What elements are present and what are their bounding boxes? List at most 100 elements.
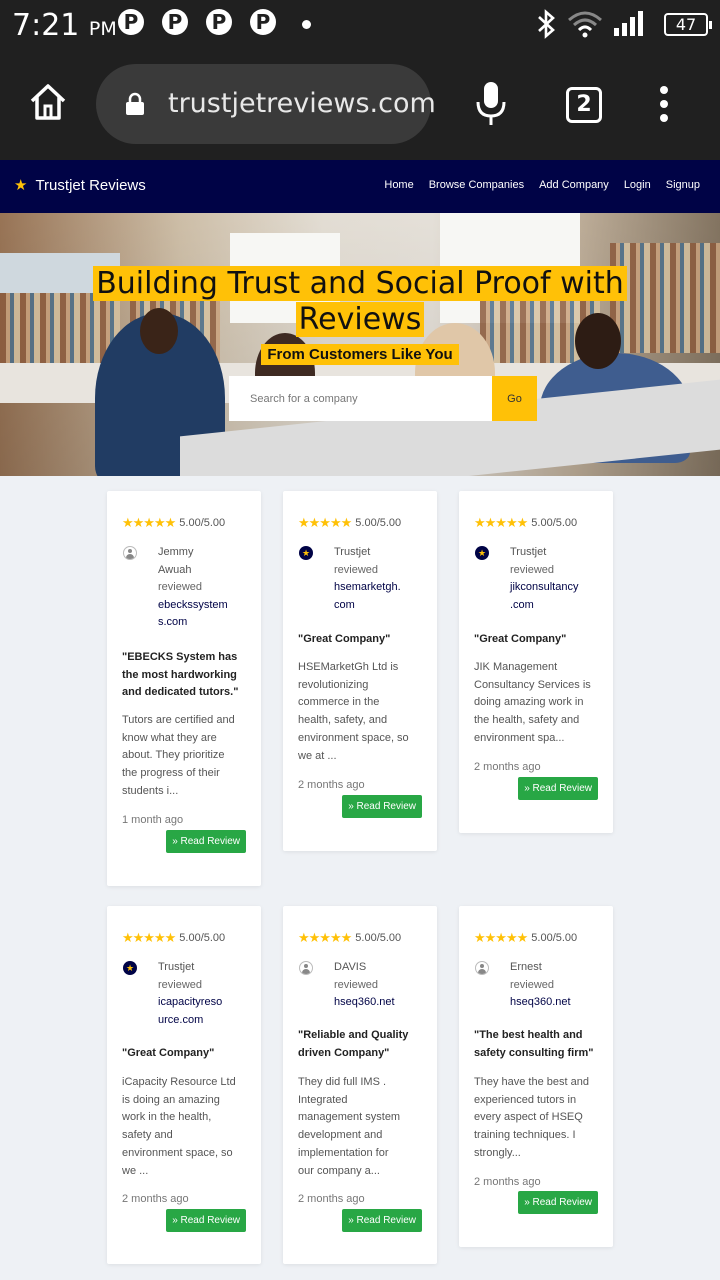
- rating: ★★★★★ 5.00/5.00: [474, 515, 578, 530]
- company-link[interactable]: jikconsultancy .com: [510, 579, 598, 614]
- review-date: 2 months ago: [474, 1176, 541, 1188]
- review-excerpt: They did full IMS . Integrated management …: [298, 1076, 401, 1177]
- status-time: 7:21 PM: [12, 8, 117, 43]
- rating: ★★★★★ 5.00/5.00: [474, 930, 578, 945]
- browser-toolbar: trustjetreviews.com 2: [0, 50, 720, 160]
- nav-link-login[interactable]: Login: [624, 179, 651, 191]
- browser-menu-icon[interactable]: [650, 86, 678, 126]
- company-link[interactable]: hseq360.net: [510, 994, 598, 1012]
- tab-switcher-button[interactable]: 2: [566, 87, 602, 123]
- read-review-button[interactable]: » Read Review: [518, 777, 598, 800]
- review-title: "EBECKS System has the most hardworking an…: [122, 651, 239, 698]
- user-avatar-icon: [123, 546, 137, 560]
- more-notifications-dot-icon: [302, 20, 311, 29]
- review-date: 1 month ago: [122, 814, 184, 826]
- review-title: "The best health and safety consulting fi…: [474, 1029, 594, 1059]
- five-stars-icon: ★★★★★: [122, 930, 176, 945]
- review-card[interactable]: ★★★★★ 5.00/5.00 ★ Trustjet reviewed jikco…: [459, 491, 613, 833]
- read-review-button[interactable]: » Read Review: [518, 1191, 598, 1214]
- hero-banner: Building Trust and Social Proof with Revi…: [0, 213, 720, 476]
- five-stars-icon: ★★★★★: [474, 930, 528, 945]
- microphone-icon[interactable]: [474, 80, 508, 128]
- review-excerpt: HSEMarketGh Ltd is revolutionizing commerc…: [298, 661, 409, 762]
- notification-p-icon: P: [162, 9, 188, 35]
- review-excerpt: iCapacity Resource Ltd is doing an amazin…: [122, 1076, 236, 1177]
- review-date: 2 months ago: [122, 1193, 189, 1205]
- star-avatar-icon: ★: [123, 961, 137, 975]
- user-avatar-icon: [475, 961, 489, 975]
- company-link[interactable]: hsemarketgh. com: [334, 579, 422, 614]
- review-title: "Great Company": [298, 633, 391, 645]
- bluetooth-icon: [538, 9, 555, 39]
- star-avatar-icon: ★: [299, 546, 313, 560]
- reviewer-info: Trustjet reviewed icapacityreso urce.com: [158, 959, 246, 1029]
- lock-icon: [126, 92, 144, 115]
- reviewer-info: Ernest reviewed hseq360.net: [510, 959, 598, 1012]
- review-title: "Reliable and Quality driven Company": [298, 1029, 409, 1059]
- home-icon[interactable]: [26, 80, 70, 124]
- review-excerpt: They have the best and experienced tutors…: [474, 1076, 589, 1159]
- battery-icon: 47: [664, 13, 712, 36]
- company-link[interactable]: icapacityreso urce.com: [158, 994, 246, 1029]
- brand-name: Trustjet Reviews: [35, 176, 146, 194]
- search-input[interactable]: [229, 376, 492, 421]
- brand-logo[interactable]: ★ Trustjet Reviews: [14, 176, 146, 195]
- review-card[interactable]: ★★★★★ 5.00/5.00 ★ Trustjet reviewed icapa…: [107, 906, 261, 1264]
- review-title: "Great Company": [122, 1047, 215, 1059]
- notification-p-icon: P: [250, 9, 276, 35]
- review-card[interactable]: ★★★★★ 5.00/5.00 DAVIS reviewed hseq360.ne…: [283, 906, 437, 1264]
- five-stars-icon: ★★★★★: [474, 515, 528, 530]
- rating: ★★★★★ 5.00/5.00: [298, 515, 402, 530]
- rating: ★★★★★ 5.00/5.00: [298, 930, 402, 945]
- address-bar[interactable]: trustjetreviews.com: [96, 64, 436, 144]
- nav-link-add-company[interactable]: Add Company: [539, 179, 609, 191]
- hero-subtitle: From Customers Like You: [0, 344, 720, 365]
- user-avatar-icon: [299, 961, 313, 975]
- search-go-button[interactable]: Go: [492, 376, 537, 421]
- company-link[interactable]: hseq360.net: [334, 994, 422, 1012]
- read-review-button[interactable]: » Read Review: [166, 830, 246, 853]
- notification-p-icon: P: [206, 9, 232, 35]
- read-review-button[interactable]: » Read Review: [342, 1209, 422, 1232]
- wifi-icon: [568, 11, 602, 38]
- rating: ★★★★★ 5.00/5.00: [122, 515, 226, 530]
- reviewer-info: Trustjet reviewed hsemarketgh. com: [334, 544, 422, 614]
- review-excerpt: JIK Management Consultancy Services is doi…: [474, 661, 591, 744]
- company-link[interactable]: ebeckssystem s.com: [158, 597, 246, 632]
- reviewer-info: Jemmy Awuah reviewed ebeckssystem s.com: [158, 544, 246, 632]
- company-search: Go: [229, 376, 537, 421]
- reviewer-name: Ernest: [510, 961, 542, 973]
- five-stars-icon: ★★★★★: [122, 515, 176, 530]
- review-date: 2 months ago: [298, 1193, 365, 1205]
- review-card[interactable]: ★★★★★ 5.00/5.00 Ernest reviewed hseq360.n…: [459, 906, 613, 1247]
- review-excerpt: Tutors are certified and know what they a…: [122, 714, 235, 797]
- url-text: trustjetreviews.com: [168, 88, 436, 119]
- reviewer-name: Jemmy Awuah: [158, 546, 194, 576]
- reviewer-name: Trustjet: [334, 546, 371, 558]
- nav-links: Home Browse Companies Add Company Login …: [384, 179, 700, 191]
- reviewer-name: DAVIS: [334, 961, 367, 973]
- reviewer-info: DAVIS reviewed hseq360.net: [334, 959, 422, 1012]
- status-bar: 7:21 PM P P P P 47: [0, 0, 720, 50]
- five-stars-icon: ★★★★★: [298, 515, 352, 530]
- review-card[interactable]: ★★★★★ 5.00/5.00 Jemmy Awuah reviewed ebeck…: [107, 491, 261, 886]
- nav-link-signup[interactable]: Signup: [666, 179, 700, 191]
- review-date: 2 months ago: [474, 761, 541, 773]
- nav-link-home[interactable]: Home: [384, 179, 413, 191]
- review-title: "Great Company": [474, 633, 567, 645]
- rating: ★★★★★ 5.00/5.00: [122, 930, 226, 945]
- review-date: 2 months ago: [298, 779, 365, 791]
- reviewer-name: Trustjet: [158, 961, 195, 973]
- five-stars-icon: ★★★★★: [298, 930, 352, 945]
- star-icon: ★: [14, 177, 28, 194]
- notification-p-icon: P: [118, 9, 144, 35]
- star-avatar-icon: ★: [475, 546, 489, 560]
- read-review-button[interactable]: » Read Review: [166, 1209, 246, 1232]
- hero-title: Building Trust and Social Proof with Revi…: [0, 266, 720, 338]
- cell-signal-icon: [614, 11, 643, 36]
- read-review-button[interactable]: » Read Review: [342, 795, 422, 818]
- review-card[interactable]: ★★★★★ 5.00/5.00 ★ Trustjet reviewed hsema…: [283, 491, 437, 851]
- reviewer-name: Trustjet: [510, 546, 547, 558]
- nav-link-browse-companies[interactable]: Browse Companies: [429, 179, 524, 191]
- site-navbar: ★ Trustjet Reviews Home Browse Companies…: [0, 160, 720, 213]
